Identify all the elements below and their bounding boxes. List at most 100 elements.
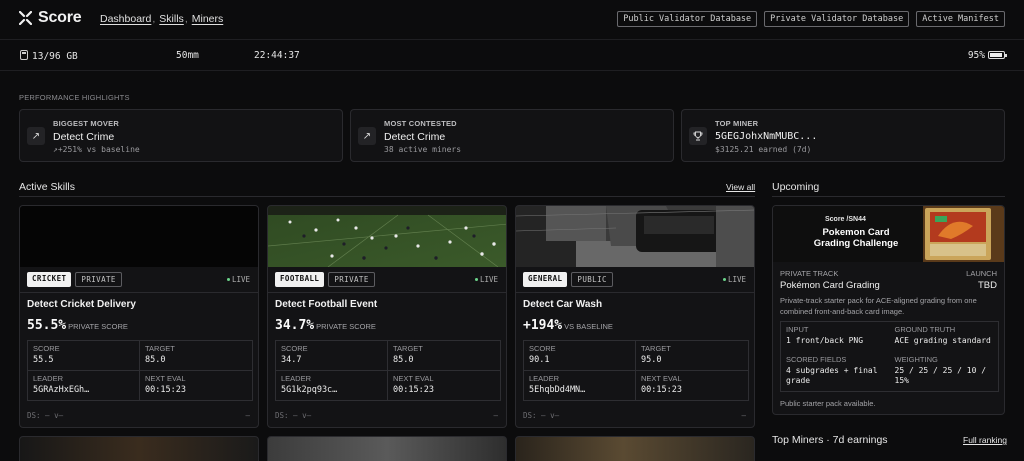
stat-value: 90.1 (529, 355, 550, 365)
stat-next-eval: NEXT EVAL 00:15:23 (636, 371, 748, 401)
dataset-footer: DS: — v— (523, 411, 560, 420)
stat-label: NEXT EVAL (393, 373, 434, 383)
stat-value: 00:15:23 (145, 384, 186, 395)
stat-label: TARGET (641, 344, 671, 353)
stat-value: 5EhqbDd4MN… (529, 384, 586, 395)
metric-value: +194% (523, 318, 563, 333)
stat-score: SCORE 55.5 (28, 341, 140, 371)
spec-input: INPUT 1 front/back PNG (781, 322, 890, 352)
live-label: LIVE (727, 275, 746, 284)
launch-value: TBD (978, 280, 997, 291)
stat-next-eval: NEXT EVAL 00:15:23 (140, 371, 252, 401)
spec-value: 4 subgrades + final grade (786, 365, 878, 385)
divider (20, 292, 258, 293)
skill-card-preview[interactable] (267, 436, 507, 461)
dataset-footer: DS: — v— (275, 411, 312, 420)
metric-value: 55.5% (27, 318, 67, 333)
category-tag: FOOTBALL (275, 272, 325, 287)
skill-metric: +194% VS BASELINE (523, 316, 613, 334)
spec-value: ACE grading standard (894, 336, 991, 345)
spec-weighting: WEIGHTING 25 / 25 / 25 / 10 / 15% (890, 352, 999, 392)
stat-label: LEADER (33, 373, 64, 383)
live-label: LIVE (479, 275, 498, 284)
stat-value: 95.0 (641, 355, 662, 365)
spec-value: 25 / 25 / 25 / 10 / 15% (894, 365, 987, 385)
stat-value: 85.0 (145, 355, 166, 365)
clock: 22:44:37 (254, 50, 300, 61)
stat-value: 00:15:23 (393, 384, 434, 395)
public-validator-db-button[interactable]: Public Validator Database (617, 11, 758, 27)
logo[interactable]: Score (18, 9, 82, 27)
dataset-footer: DS: — v— (27, 411, 64, 420)
stat-value: 00:15:23 (641, 384, 682, 395)
live-indicator: LIVE (226, 275, 250, 284)
tag-row: GENERAL PUBLIC (523, 272, 613, 287)
full-ranking-link[interactable]: Full ranking (963, 435, 1007, 445)
skill-name: Detect Car Wash (523, 299, 603, 310)
nav-dashboard[interactable]: Dashboard (100, 13, 151, 25)
logo-icon (18, 10, 33, 26)
stat-grid: SCORE 90.1 TARGET 95.0 LEADER 5EhqbDd4MN… N… (523, 340, 749, 401)
banner-brand: Score /SN44 (825, 216, 866, 223)
upcoming-card[interactable]: Score /SN44 Pokemon Card Grading Challen… (772, 205, 1005, 415)
skill-card-preview[interactable] (19, 436, 259, 461)
footer-right: — (493, 411, 498, 420)
skill-card-car-wash[interactable]: GENERAL PUBLIC LIVE Detect Car Wash +194… (515, 205, 755, 428)
stat-target: TARGET 95.0 (636, 341, 748, 371)
upcoming-skill-name: Pokémon Card Grading (780, 280, 880, 291)
battery-status: 95% (968, 50, 1007, 61)
memory-icon (20, 50, 28, 60)
highlight-card-top-miner[interactable]: TOP MINER 5GEGJohxNmMUBC... $3125.21 ear… (681, 109, 1005, 162)
upcoming-banner: Score /SN44 Pokemon Card Grading Challen… (773, 206, 1004, 262)
spec-label: SCORED FIELDS (786, 354, 847, 364)
skill-thumbnail (268, 206, 506, 267)
view-all-link[interactable]: View all (726, 182, 755, 192)
focal-length: 50mm (176, 50, 199, 61)
divider (268, 292, 506, 293)
active-manifest-button[interactable]: Active Manifest (916, 11, 1005, 27)
upcoming-footer: Public starter pack available. (780, 399, 876, 408)
stat-label: TARGET (393, 344, 423, 353)
live-indicator: LIVE (722, 275, 746, 284)
active-skills-title: Active Skills (19, 181, 76, 193)
live-dot-icon (226, 278, 230, 281)
stat-value: 5GRAzHxEGh… (33, 384, 90, 395)
battery-icon (988, 51, 1007, 59)
spec-scored-fields: SCORED FIELDS 4 subgrades + final grade (781, 352, 890, 392)
nav-miners[interactable]: Miners (192, 13, 224, 25)
highlight-sub: ↗+251% vs baseline (53, 145, 140, 154)
stat-leader: LEADER 5G1k2pq93c… (276, 370, 388, 400)
stat-grid: SCORE 55.5 TARGET 85.0 LEADER 5GRAzHxEGh… N… (27, 340, 253, 401)
metric-value: 34.7% (275, 318, 315, 333)
divider (19, 196, 755, 197)
banner-title: Pokemon Card Grading Challenge (813, 227, 899, 249)
stat-label: SCORE (281, 344, 308, 353)
skill-card-football[interactable]: FOOTBALL PRIVATE LIVE Detect Football Ev… (267, 205, 507, 428)
memory-status: 13/96 GB (20, 50, 78, 62)
highlight-sub: $3125.21 earned (7d) (715, 145, 812, 154)
skill-card-preview[interactable] (515, 436, 755, 461)
highlight-card-most-contested[interactable]: ↗ MOST CONTESTED Detect Crime 38 active … (350, 109, 674, 162)
nav-skills[interactable]: Skills (159, 13, 184, 25)
footer-right: — (245, 411, 250, 420)
stat-value: 5G1k2pq93c… (281, 384, 338, 395)
live-dot-icon (474, 278, 478, 281)
trend-up-icon: ↗ (358, 127, 376, 145)
highlight-value: Detect Crime (384, 131, 446, 143)
trend-up-icon: ↗ (27, 127, 45, 145)
skill-card-cricket[interactable]: CRICKET PRIVATE LIVE Detect Cricket Deli… (19, 205, 259, 428)
tag-row: CRICKET PRIVATE (27, 272, 122, 287)
upcoming-title: Upcoming (772, 181, 820, 193)
private-validator-db-button[interactable]: Private Validator Database (764, 11, 910, 27)
nav-separator: , (152, 13, 156, 25)
stat-score: SCORE 90.1 (524, 341, 636, 371)
divider (772, 196, 1005, 197)
stat-label: NEXT EVAL (145, 373, 186, 383)
spec-label: GROUND TRUTH (894, 325, 956, 334)
upcoming-spec-grid: INPUT 1 front/back PNG GROUND TRUTH ACE gr… (780, 321, 999, 392)
stat-label: SCORE (33, 344, 60, 353)
highlight-card-biggest-mover[interactable]: ↗ BIGGEST MOVER Detect Crime ↗+251% vs b… (19, 109, 343, 162)
highlight-sub: 38 active miners (384, 145, 462, 154)
nav-separator: , (184, 13, 188, 25)
stat-value: 34.7 (281, 355, 302, 365)
